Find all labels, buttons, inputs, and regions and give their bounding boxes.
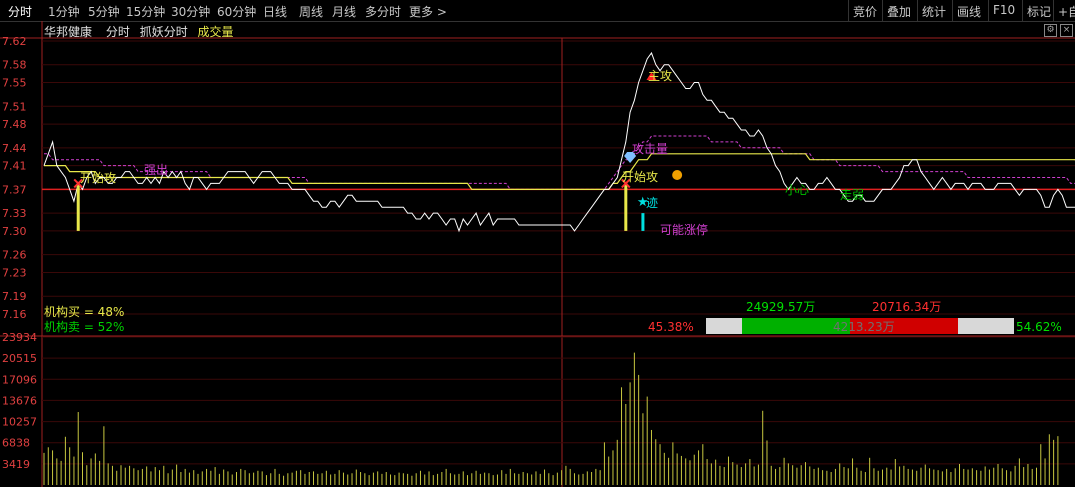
signal-bar	[76, 183, 80, 231]
volume-tick-label: 10257	[2, 416, 37, 429]
institution-right-pct: 54.62%	[1016, 320, 1062, 334]
signal-bar	[641, 213, 645, 231]
ma-dashed-line	[44, 135, 1075, 190]
institution-sell-text: 机构卖 = 52%	[44, 320, 125, 334]
signal-bar	[624, 183, 628, 231]
intraday-chart: 7.62 7.58 7.55 7.51 7.48 7.44 7.41 7.37 7.33 7.30…	[0, 21, 1075, 487]
annotation-trace: 迹	[646, 196, 658, 210]
annotation-weakening: 走弱	[840, 188, 864, 202]
annotation-start-attack: 开始攻	[80, 171, 116, 185]
volume-tick-label: 23934	[2, 331, 37, 344]
annotation-strong-out: 强出	[144, 163, 168, 177]
annotation-start-attack-2: 开始攻	[622, 170, 658, 184]
volume-tick-label: 3419	[2, 458, 30, 471]
annotation-may-limit-up: 可能涨停	[660, 222, 708, 237]
price-tick-label: 7.44	[2, 142, 27, 155]
annotation-attack-volume: 攻击量	[632, 142, 668, 156]
annotation-caution: 小心	[785, 183, 809, 197]
price-tick-label: 7.30	[2, 225, 27, 238]
price-tick-label: 7.16	[2, 308, 27, 321]
price-line	[43, 51, 1075, 233]
price-tick-label: 7.37	[2, 183, 27, 196]
price-tick-label: 7.19	[2, 290, 27, 303]
institution-sell-amount: 20716.34万	[872, 300, 941, 314]
volume-tick-label: 6838	[2, 437, 30, 450]
price-tick-label: 7.33	[2, 207, 27, 220]
price-tick-label: 7.41	[2, 160, 27, 173]
institution-buy-amount: 24929.57万	[746, 300, 815, 314]
price-tick-label: 7.58	[2, 59, 27, 72]
price-tick-label: 7.51	[2, 100, 27, 113]
price-tick-label: 7.26	[2, 249, 27, 262]
volume-tick-label: 20515	[2, 352, 37, 365]
volume-tick-label: 17096	[2, 373, 37, 386]
institution-bar-left-gray	[706, 318, 742, 334]
price-tick-label: 7.55	[2, 77, 27, 90]
price-tick-label: 7.62	[2, 35, 27, 48]
institution-bar-right-gray	[958, 318, 1014, 334]
volume-tick-label: 13676	[2, 394, 37, 407]
price-tick-label: 7.23	[2, 266, 27, 279]
coin-icon	[672, 170, 683, 180]
institution-left-pct: 45.38%	[648, 320, 694, 334]
institution-middle-amount: 4213.23万	[833, 320, 895, 334]
annotation-main-attack: 主攻	[648, 69, 672, 83]
price-tick-label: 7.48	[2, 118, 27, 131]
